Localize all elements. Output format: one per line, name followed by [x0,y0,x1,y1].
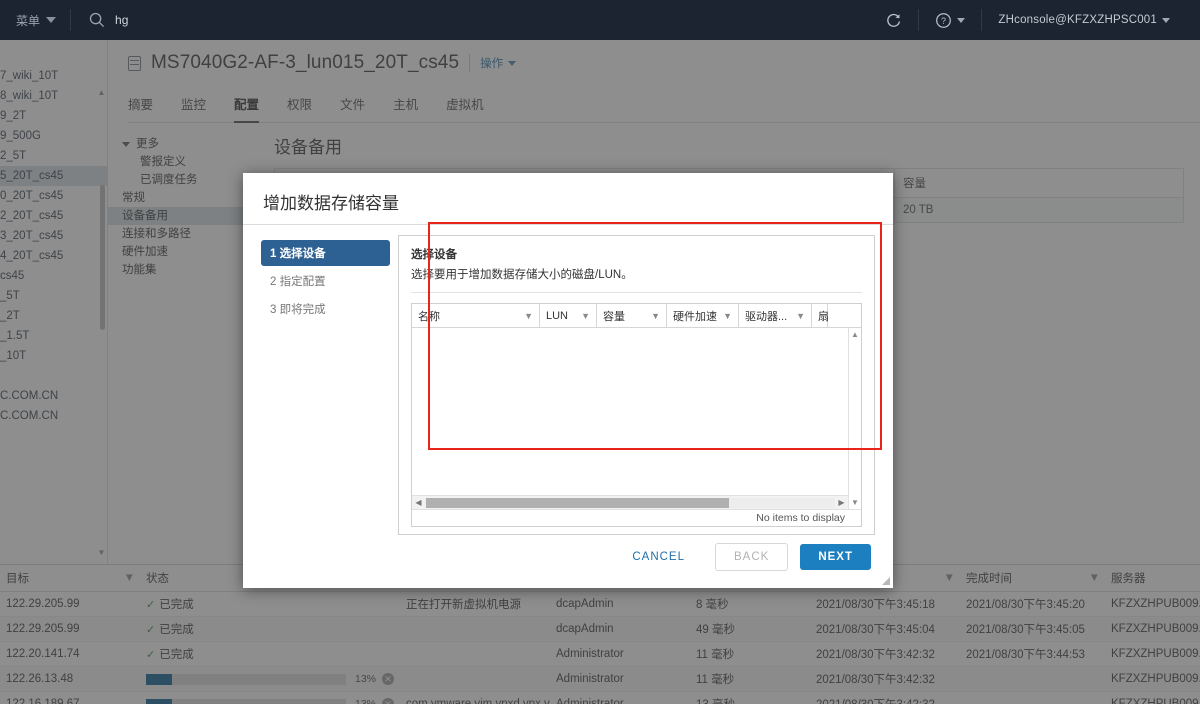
chevron-down-icon [957,17,966,23]
grid-column-label: 容量 [603,310,625,323]
main-menu-button[interactable]: 菜单 [0,0,70,40]
scroll-down-icon[interactable]: ▼ [851,498,859,507]
grid-column-label: LUN [546,309,569,322]
grid-column-label: 硬件加速 [673,310,717,323]
grid-column-header[interactable]: 硬件加速 ▼ [667,304,739,327]
scroll-right-icon[interactable]: ▶ [835,498,848,507]
global-search[interactable]: hg [71,0,869,40]
back-button[interactable]: BACK [715,543,789,571]
hscroll-track[interactable] [425,497,835,508]
refresh-icon [887,13,901,27]
svg-text:?: ? [941,15,946,25]
grid-column-header[interactable]: 容量 ▼ [597,304,667,327]
grid-column-header[interactable]: 驱动器... ▼ [739,304,812,327]
chevron-down-icon [46,17,57,23]
wizard-step-3[interactable]: 3 即将完成 [261,296,390,322]
wizard-step-1[interactable]: 1 选择设备 [261,240,390,266]
scroll-up-icon[interactable]: ▲ [851,330,859,339]
wizard-step-2[interactable]: 2 指定配置 [261,268,390,294]
dialog-resize-handle[interactable] [881,576,890,585]
help-icon: ? [936,12,952,28]
grid-column-header[interactable]: 扇 [812,304,829,327]
grid-empty-message: No items to display [412,509,861,526]
user-menu-button[interactable]: ZHconsole@KFZXZHPSC001 [982,0,1186,40]
dialog-title: 增加数据存储容量 [243,173,893,225]
scroll-left-icon[interactable]: ◀ [412,498,425,507]
main-menu-label: 菜单 [16,13,41,28]
grid-horizontal-scrollbar[interactable]: ◀ ▶ [412,495,848,509]
chevron-down-icon[interactable]: ▼ [524,311,533,321]
chevron-down-icon[interactable]: ▼ [796,311,805,321]
topbar-right-group: ? ZHconsole@KFZXZHPSC001 [869,0,1200,40]
search-icon [89,12,105,28]
grid-body[interactable] [412,328,848,495]
pane-subtext: 选择要用于增加数据存储大小的磁盘/LUN。 [411,266,862,293]
dialog-footer: CANCEL BACK NEXT [243,526,893,588]
grid-column-header[interactable]: LUN ▼ [540,304,597,327]
wizard-steps[interactable]: 1 选择设备 2 指定配置 3 即将完成 [243,235,398,555]
device-grid: 名称 ▼ LUN ▼ 容量 ▼ 硬件加速 ▼ 驱动器... ▼ 扇 ▲ ▼ ◀ ▶ [411,303,862,527]
user-menu-label: ZHconsole@KFZXZHPSC001 [998,14,1157,26]
chevron-down-icon[interactable]: ▼ [651,311,660,321]
next-button[interactable]: NEXT [800,544,871,570]
wizard-pane: 选择设备 选择要用于增加数据存储大小的磁盘/LUN。 名称 ▼ LUN ▼ 容量 ▼ 硬件加… [398,235,893,555]
grid-column-header[interactable]: 名称 ▼ [412,304,540,327]
chevron-down-icon[interactable]: ▼ [723,311,732,321]
grid-column-label: 驱动器... [745,310,788,323]
cancel-button[interactable]: CANCEL [614,544,703,570]
chevron-down-icon [1162,17,1170,23]
dialog-body: 1 选择设备 2 指定配置 3 即将完成 选择设备 选择要用于增加数据存储大小的磁盘… [243,225,893,555]
pane-heading: 选择设备 [411,249,457,261]
grid-vertical-scrollbar[interactable]: ▲ ▼ [848,328,861,509]
select-device-pane: 选择设备 选择要用于增加数据存储大小的磁盘/LUN。 名称 ▼ LUN ▼ 容量 ▼ 硬件加… [398,235,875,535]
chevron-down-icon[interactable]: ▼ [581,311,590,321]
grid-column-label: 扇 [818,310,829,323]
search-input[interactable]: hg [115,13,128,27]
help-button[interactable]: ? [919,0,981,40]
grid-header-row[interactable]: 名称 ▼ LUN ▼ 容量 ▼ 硬件加速 ▼ 驱动器... ▼ 扇 [412,304,861,328]
refresh-button[interactable] [869,0,918,40]
top-bar: 菜单 hg ? ZHconsole@KFZXZHPSC001 [0,0,1200,40]
increase-datastore-capacity-dialog: 增加数据存储容量 1 选择设备 2 指定配置 3 即将完成 选择设备 选择要用于增加… [243,173,893,588]
hscroll-thumb[interactable] [426,497,730,508]
grid-column-label: 名称 [418,310,440,323]
